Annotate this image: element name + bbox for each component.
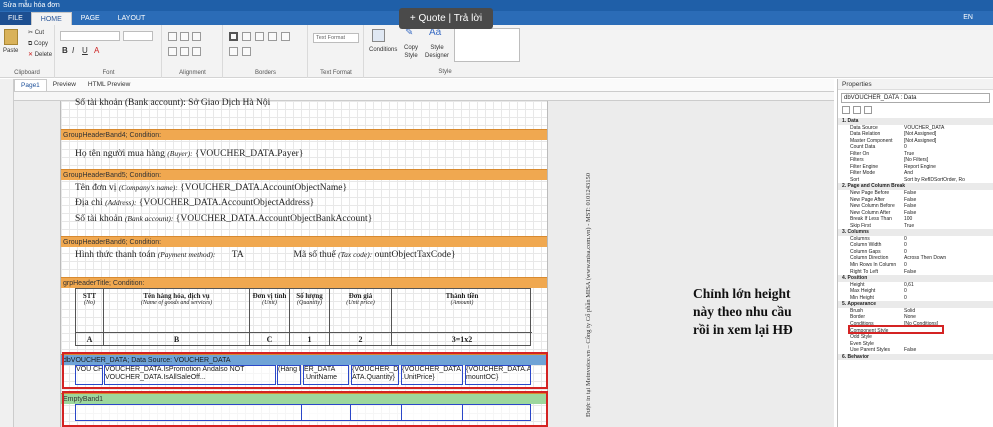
align-right-icon[interactable] (192, 32, 201, 41)
events-icon[interactable] (864, 106, 872, 114)
property-key: 6. Behavior (842, 353, 869, 360)
goods-table-header[interactable]: STT (No) Tên hàng hóa, dịch vụ (Name of go… (75, 288, 532, 346)
bank-account-line[interactable]: Số tài khoản (Bank account): {VOUCHER_DA… (75, 214, 372, 224)
col-header-unit: Đơn vị tính (Unit) (250, 289, 290, 333)
bank-top-line: Số tài khoản (Bank account): Sở Giao Dịc… (75, 98, 271, 108)
paste-icon[interactable] (4, 29, 18, 45)
highlight-empty-band (62, 391, 548, 427)
properties-panel: Properties dbVOUCHER_DATA : Data 1. Data… (837, 79, 993, 427)
style-designer-button[interactable]: Style Designer (425, 44, 449, 60)
cut-button[interactable]: ✂ Cut (28, 29, 44, 37)
group-header-title-band[interactable]: grpHeaderTitle; Condition: (61, 277, 547, 288)
ribbon-tabs: FILE HOME PAGE LAYOUT EN (0, 11, 993, 25)
style-label: Style (438, 69, 452, 75)
col-code-2: 2 (330, 333, 392, 346)
col-code-3: 3=1x2 (451, 335, 473, 344)
borders-group: Borders (224, 25, 308, 78)
side-watermark-text: Được in tại Meinvoice.vn – Công ty Cổ ph… (585, 173, 592, 417)
highlight-height-row (848, 325, 944, 334)
address-line[interactable]: Địa chỉ (Address): {VOUCHER_DATA.Account… (75, 198, 314, 208)
col-code-a: A (76, 333, 104, 346)
design-canvas: Số tài khoản (Bank account): Sở Giao Dịc… (14, 98, 834, 427)
font-size-select[interactable] (123, 31, 153, 41)
align-bottom-icon[interactable] (192, 47, 201, 56)
component-selector[interactable]: dbVOUCHER_DATA : Data (841, 93, 990, 103)
instruction-annotation: Chỉnh lớn height này theo nhu cầu rồi in… (693, 286, 793, 337)
payment-line[interactable]: Hình thức thanh toán (Payment method): T… (75, 250, 456, 260)
conditions-button[interactable]: Conditions (369, 46, 397, 54)
col-code-c: C (250, 333, 290, 346)
col-header-unit-price: Đơn giá (Unit price) (330, 289, 392, 333)
tab-home[interactable]: HOME (30, 12, 72, 25)
font-label: Font (102, 70, 115, 76)
border-none-icon[interactable] (229, 47, 238, 56)
tab-preview[interactable]: Preview (47, 79, 82, 91)
language-selector[interactable]: EN (963, 11, 993, 25)
alphabetical-icon[interactable] (853, 106, 861, 114)
font-group: B I U A Font (56, 25, 162, 78)
align-left-icon[interactable] (168, 32, 177, 41)
col-code-1: 1 (290, 333, 330, 346)
border-color-icon[interactable] (242, 47, 251, 56)
group-header-band-5[interactable]: GroupHeaderBand5; Condition: (61, 169, 547, 180)
bold-button[interactable]: B (62, 47, 68, 55)
tab-file[interactable]: FILE (0, 12, 31, 25)
col-header-name: Tên hàng hóa, dịch vụ (Name of goods and … (104, 289, 250, 333)
window-title: Sửa mẫu hóa đơn (0, 0, 993, 11)
col-code-b: B (104, 333, 250, 346)
tab-layout[interactable]: LAYOUT (109, 12, 155, 25)
col-header-amount: Thành tiền (Amount) (392, 289, 532, 333)
tab-html-preview[interactable]: HTML Preview (82, 79, 136, 91)
border-top-icon[interactable] (242, 32, 251, 41)
copy-style-button[interactable]: Copy Style (402, 44, 420, 60)
paste-button[interactable]: Paste (3, 47, 18, 55)
align-center-icon[interactable] (180, 32, 189, 41)
clipboard-group: Paste ✂ Cut ⧉ Copy ✕ Delete Clipboard (0, 25, 55, 78)
alignment-label: Alignment (179, 70, 206, 76)
font-color-button[interactable]: A (94, 47, 99, 55)
conditions-icon[interactable] (372, 29, 385, 42)
group-header-band-6[interactable]: GroupHeaderBand6; Condition: (61, 236, 547, 247)
categorized-icon[interactable] (842, 106, 850, 114)
property-grid[interactable]: 1. Data Data Source VOUCHER_DATA Data Relat… (838, 118, 993, 361)
properties-toolbar (838, 106, 993, 118)
buyer-line[interactable]: Họ tên người mua hàng (Buyer): {VOUCHER_… (75, 149, 303, 159)
borders-label: Borders (254, 70, 276, 76)
border-bottom-icon[interactable] (281, 32, 290, 41)
left-ruler (0, 79, 14, 427)
quote-reply-tooltip[interactable]: + Quote | Trả lời (399, 8, 493, 29)
copy-style-icon[interactable]: ✎ (405, 28, 413, 38)
align-top-icon[interactable] (168, 47, 177, 56)
style-designer-icon[interactable]: Aa (429, 28, 441, 38)
copy-icon: ⧉ (28, 41, 33, 47)
border-right-icon[interactable] (268, 32, 277, 41)
align-middle-icon[interactable] (180, 47, 189, 56)
underline-button[interactable]: U (82, 47, 88, 55)
font-name-select[interactable] (60, 31, 120, 41)
properties-header: Properties (838, 79, 993, 90)
text-format-group: Text Format Text Format (309, 25, 364, 78)
ribbon: Paste ✂ Cut ⧉ Copy ✕ Delete Clipboard B … (0, 25, 993, 78)
document-tabs: Page1 Preview HTML Preview (14, 79, 834, 92)
col-header-stt: STT (No) (76, 289, 104, 333)
delete-button[interactable]: ✕ Delete (28, 51, 52, 59)
copy-button[interactable]: ⧉ Copy (28, 40, 48, 48)
tab-page1[interactable]: Page1 (14, 79, 47, 91)
col-header-quantity: Số lượng (Quantity) (290, 289, 330, 333)
cut-icon: ✂ (28, 30, 34, 36)
alignment-group: Alignment (163, 25, 223, 78)
highlight-data-band (62, 352, 548, 389)
property-category[interactable]: 6. Behavior (838, 353, 993, 361)
italic-button[interactable]: I (72, 47, 74, 55)
style-gallery[interactable] (454, 28, 520, 62)
delete-icon: ✕ (28, 52, 34, 58)
text-format-select[interactable]: Text Format (313, 33, 359, 43)
group-header-band-4[interactable]: GroupHeaderBand4; Condition: (61, 129, 547, 140)
border-all-icon[interactable] (229, 32, 238, 41)
company-line[interactable]: Tên đơn vị (Company's name): {VOUCHER_DA… (75, 183, 347, 193)
border-left-icon[interactable] (255, 32, 264, 41)
clipboard-label: Clipboard (14, 70, 40, 76)
text-format-label: Text Format (320, 70, 352, 76)
tab-page[interactable]: PAGE (72, 12, 109, 25)
